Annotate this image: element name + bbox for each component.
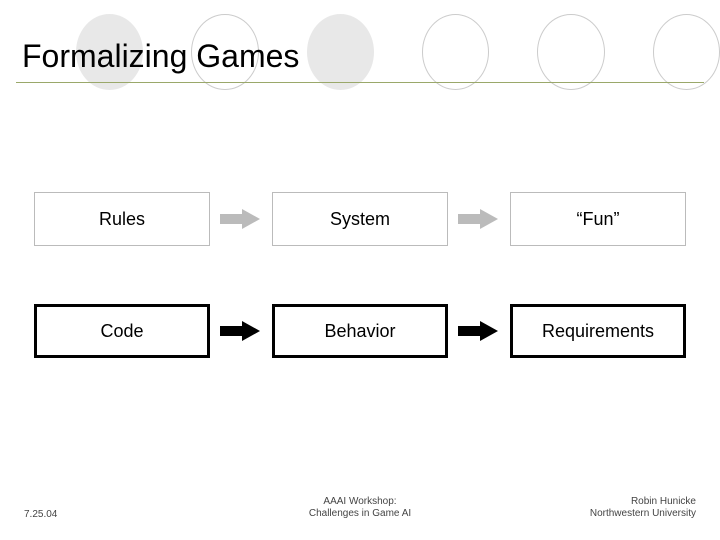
circle-icon bbox=[537, 14, 604, 90]
box-code: Code bbox=[34, 304, 210, 358]
title-underline bbox=[16, 82, 704, 83]
diagram-row: Code Behavior Requirements bbox=[0, 304, 720, 358]
box-system: System bbox=[272, 192, 448, 246]
circle-icon bbox=[653, 14, 720, 90]
footer: 7.25.04 AAAI Workshop: Challenges in Gam… bbox=[0, 496, 720, 520]
arrow-right-icon bbox=[458, 322, 500, 340]
box-fun: “Fun” bbox=[510, 192, 686, 246]
circle-icon bbox=[422, 14, 489, 90]
footer-date: 7.25.04 bbox=[24, 509, 57, 520]
diagram: Rules System “Fun” Code Behavior Require… bbox=[0, 192, 720, 358]
box-behavior: Behavior bbox=[272, 304, 448, 358]
footer-center: AAAI Workshop: Challenges in Game AI bbox=[309, 496, 411, 520]
diagram-row: Rules System “Fun” bbox=[0, 192, 720, 246]
arrow-right-icon bbox=[220, 322, 262, 340]
footer-right: Robin Hunicke Northwestern University bbox=[590, 496, 696, 520]
box-rules: Rules bbox=[34, 192, 210, 246]
slide-title: Formalizing Games bbox=[22, 38, 299, 75]
footer-workshop-line1: AAAI Workshop: bbox=[309, 496, 411, 508]
footer-author: Robin Hunicke bbox=[590, 496, 696, 508]
arrow-right-icon bbox=[458, 210, 500, 228]
footer-workshop-line2: Challenges in Game AI bbox=[309, 508, 411, 520]
circle-icon bbox=[307, 14, 374, 90]
footer-affiliation: Northwestern University bbox=[590, 508, 696, 520]
box-requirements: Requirements bbox=[510, 304, 686, 358]
slide: Formalizing Games Rules System “Fun” Cod… bbox=[0, 0, 720, 540]
arrow-right-icon bbox=[220, 210, 262, 228]
